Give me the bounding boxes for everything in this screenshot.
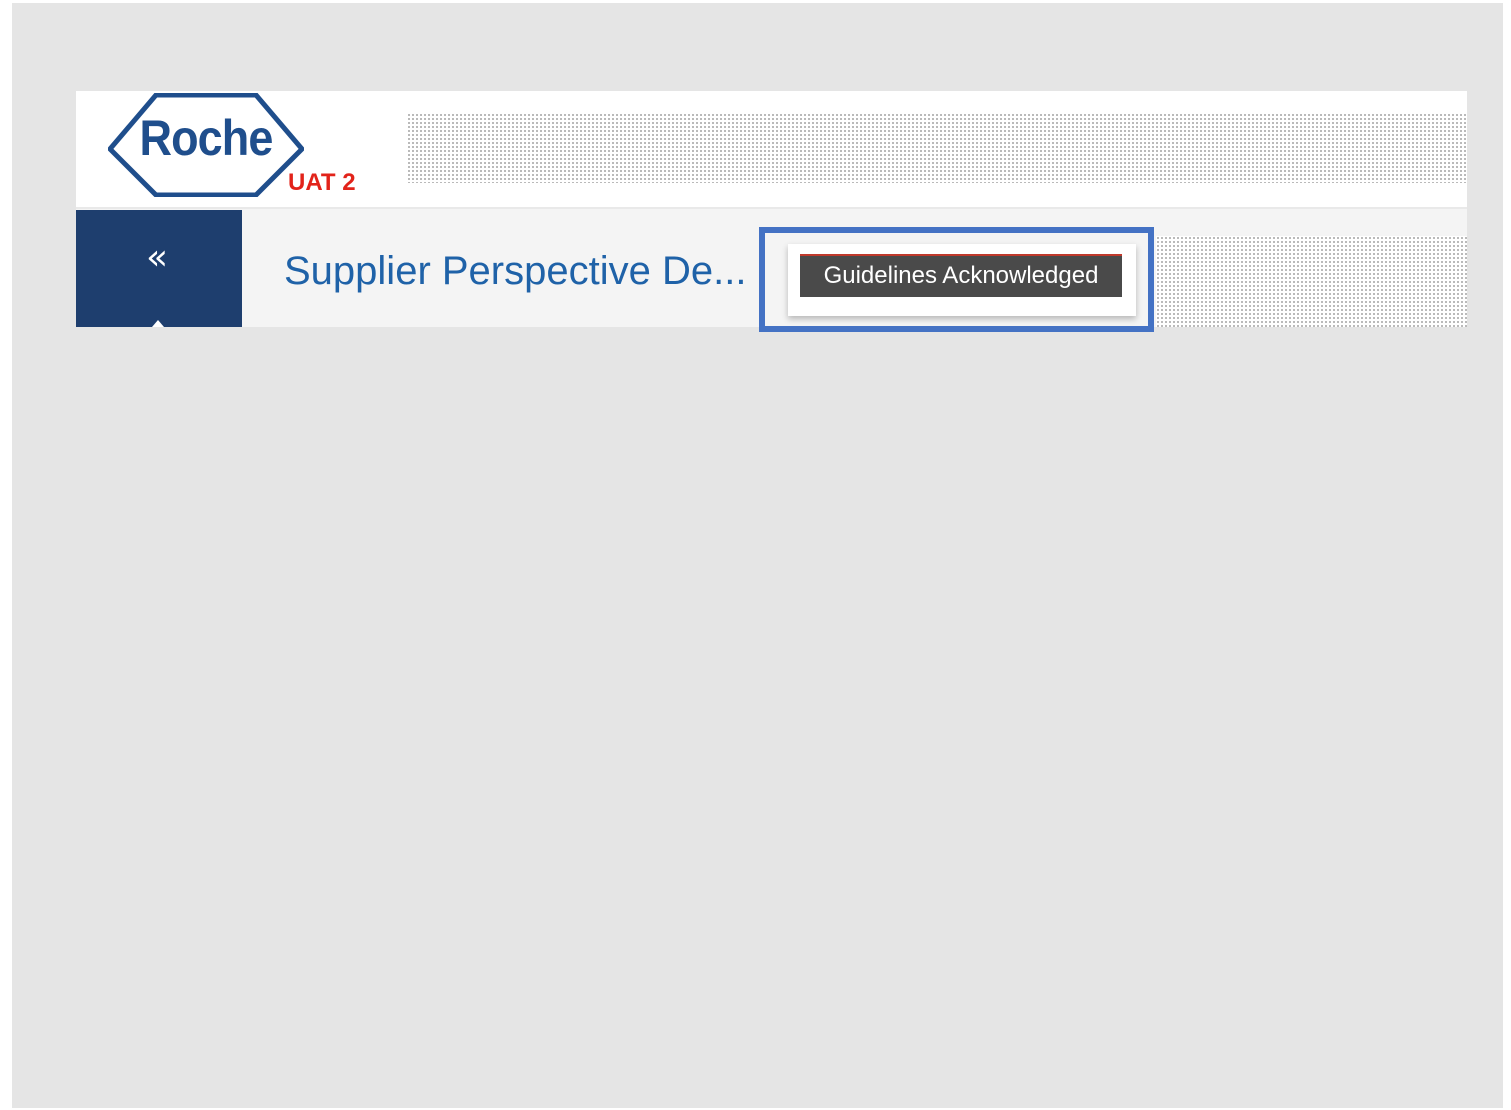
logo-text: Roche <box>139 110 273 166</box>
caret-up-icon <box>152 320 164 327</box>
page-title: Supplier Perspective De... <box>284 249 747 293</box>
redacted-area <box>407 113 1467 183</box>
highlight-box <box>759 227 1154 332</box>
environment-label: UAT 2 <box>288 169 356 196</box>
roche-logo[interactable]: Roche <box>108 93 304 197</box>
redacted-area <box>1156 236 1467 327</box>
sidebar-collapse-button[interactable]: « <box>76 210 242 327</box>
double-chevron-left-icon: « <box>146 237 169 278</box>
app-header: Roche UAT 2 <box>76 91 1467 209</box>
